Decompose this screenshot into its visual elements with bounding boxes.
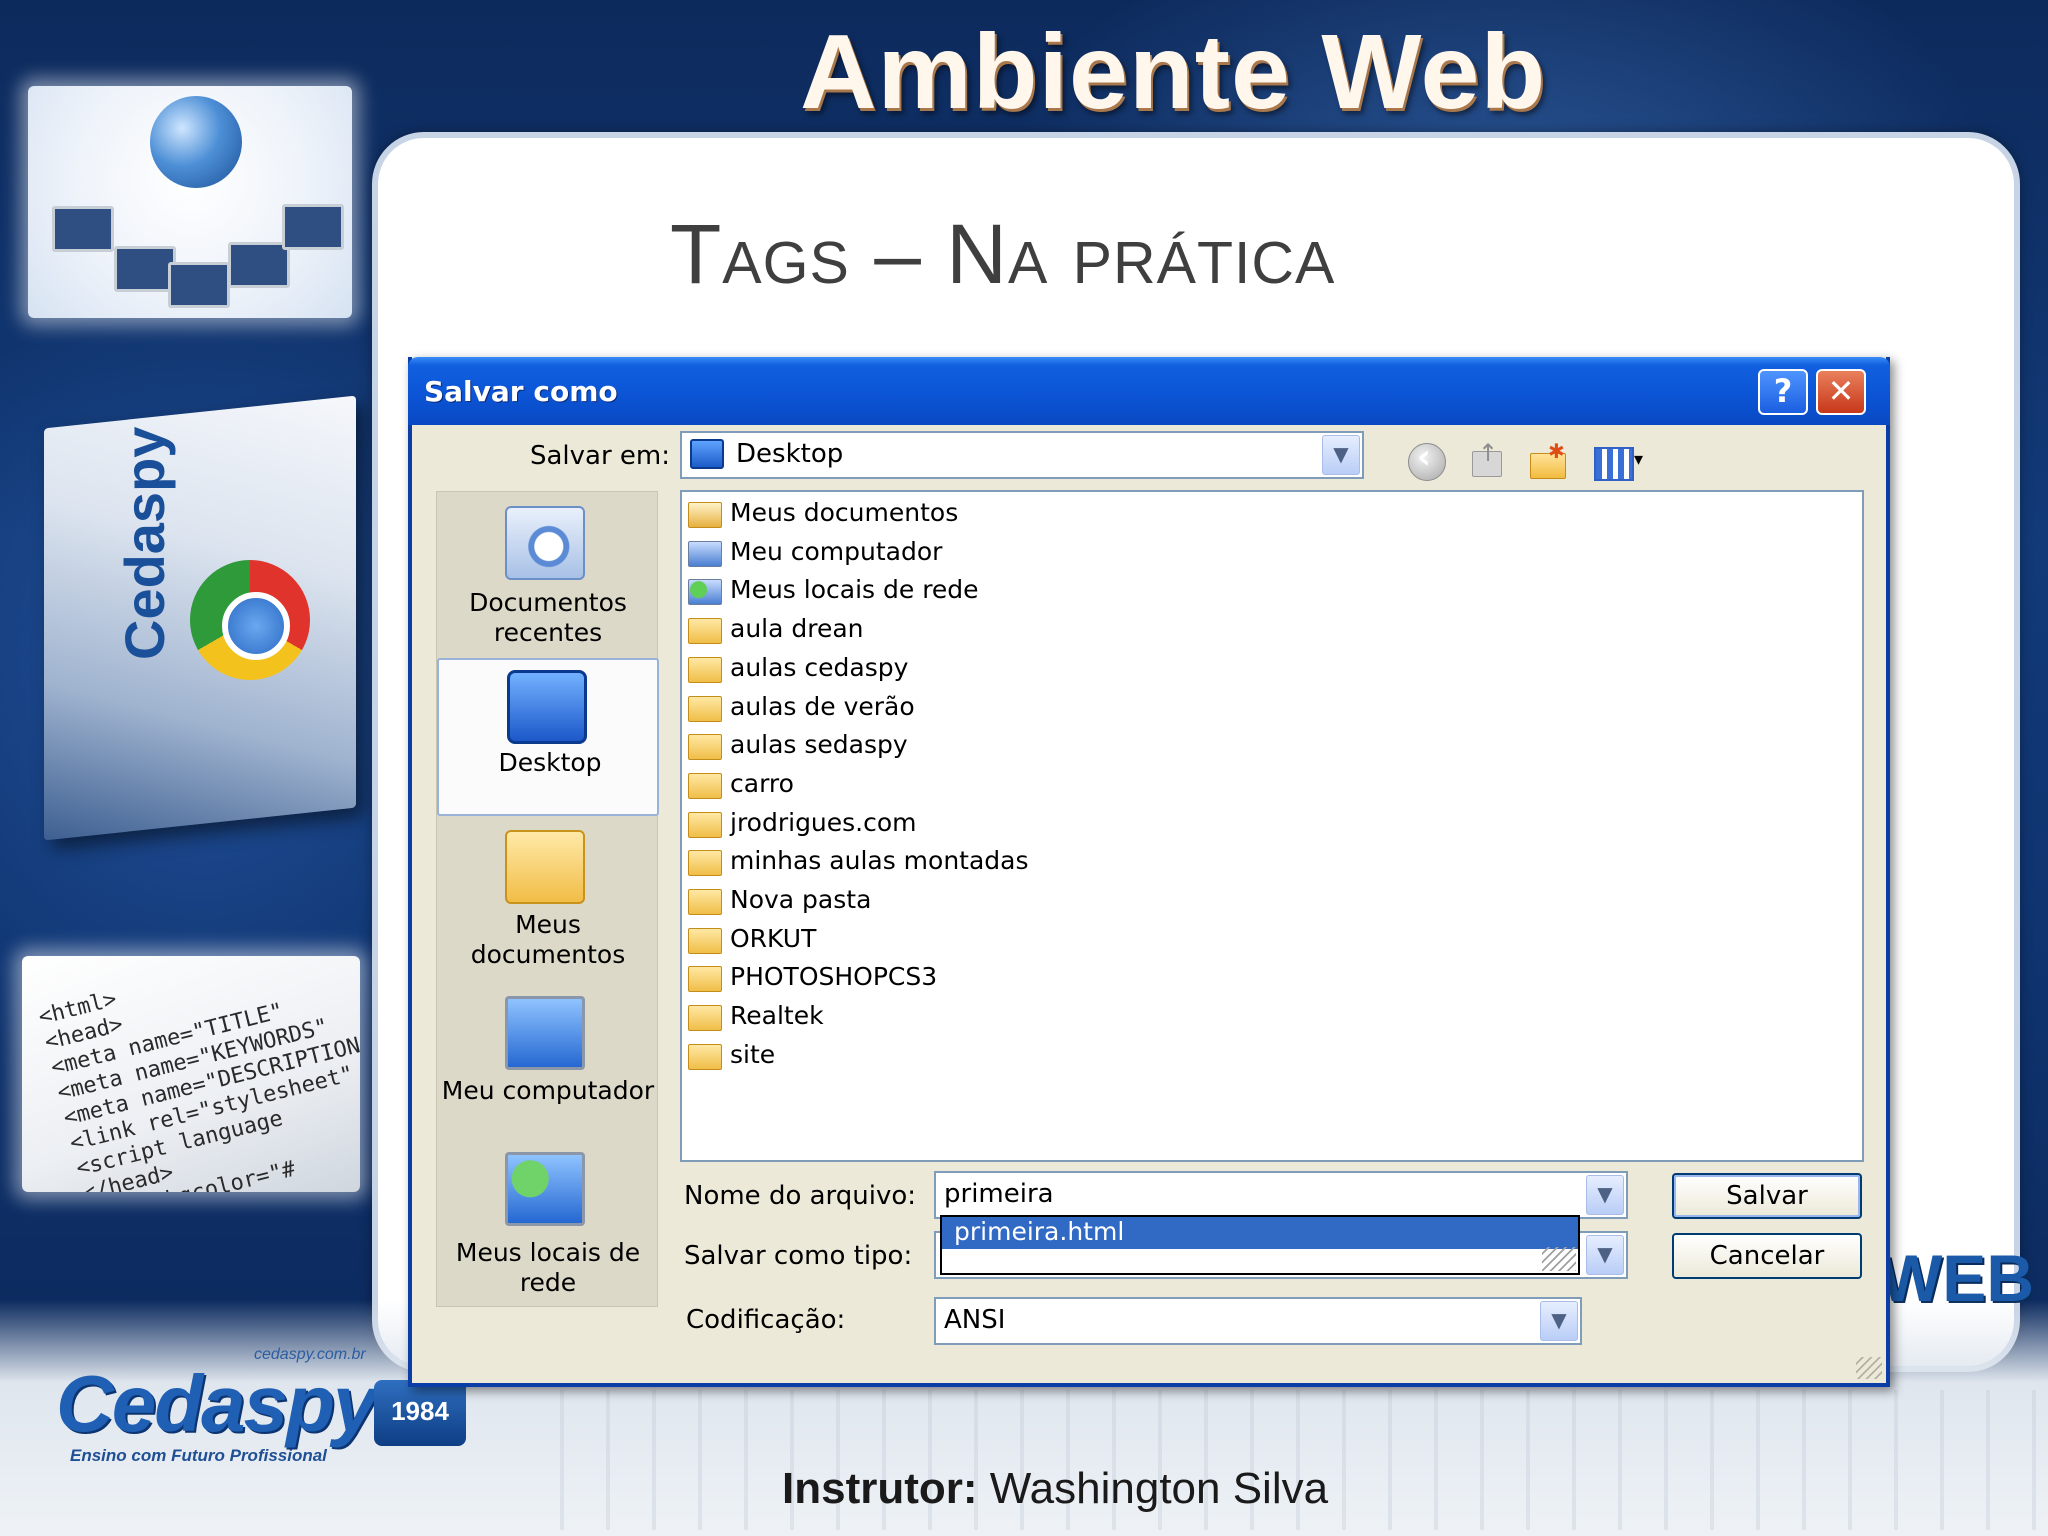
laptop-icon xyxy=(114,246,176,292)
file-name: minhas aulas montadas xyxy=(730,846,1029,876)
folder-icon xyxy=(688,889,722,915)
slide-subtitle: Tags – Na prática xyxy=(670,207,1336,301)
back-icon[interactable] xyxy=(1406,437,1448,481)
place-label: Meus documentos xyxy=(470,910,626,969)
file-list[interactable]: Meus documentos Meu computador Meus locais… xyxy=(680,490,1864,1162)
code-illustration: <html> <head> <meta name="TITLE" <meta n… xyxy=(22,956,360,1192)
my-documents-icon xyxy=(505,830,585,904)
dialog-titlebar[interactable]: Salvar como ? ✕ xyxy=(408,357,1890,425)
place-label: Meu computador xyxy=(441,1076,655,1105)
filename-label: Nome do arquivo: xyxy=(684,1181,917,1211)
file-name: jrodrigues.com xyxy=(730,807,917,837)
chevron-down-icon[interactable]: ▼ xyxy=(1586,1235,1624,1275)
file-name: Realtek xyxy=(730,1001,824,1031)
file-name: aula drean xyxy=(730,614,864,644)
folder-icon xyxy=(688,734,722,761)
file-name: PHOTOSHOPCS3 xyxy=(730,962,938,992)
code-snippet: <html> <head> <meta name="TITLE" <meta n… xyxy=(36,986,360,1192)
network-illustration xyxy=(28,86,352,318)
logo-name: Cedaspy xyxy=(56,1359,377,1448)
globe-icon xyxy=(150,96,242,188)
chevron-down-icon[interactable]: ▼ xyxy=(1322,435,1360,475)
folder-icon xyxy=(688,656,722,683)
place-label: Documentos recentes xyxy=(469,588,627,647)
place-network[interactable]: Meus locais de rede xyxy=(437,1148,659,1298)
resize-grip-icon[interactable] xyxy=(1542,1247,1576,1271)
my-computer-icon xyxy=(505,996,585,1070)
network-places-icon xyxy=(505,1152,585,1226)
file-name: Meus documentos xyxy=(730,498,959,527)
dialog-resize-grip-icon[interactable] xyxy=(1856,1357,1882,1379)
recent-documents-icon xyxy=(505,506,585,580)
chevron-down-icon[interactable]: ▼ xyxy=(1586,1175,1624,1215)
places-bar: Documentos recentes Desktop Meus documen… xyxy=(436,491,659,1307)
new-folder-icon[interactable] xyxy=(1526,439,1568,481)
folder-icon xyxy=(688,850,722,877)
encoding-dropdown[interactable]: ANSI ▼ xyxy=(934,1297,1582,1345)
desktop-icon xyxy=(690,439,724,469)
logo-badge: 1984 xyxy=(374,1380,466,1446)
instructor-name: Washington Silva xyxy=(989,1464,1329,1513)
chevron-down-icon[interactable]: ▼ xyxy=(1540,1301,1578,1341)
my-documents-icon xyxy=(688,502,722,528)
laptop-icon xyxy=(228,242,290,288)
place-my-documents[interactable]: Meus documentos xyxy=(437,826,659,976)
save-in-value: Desktop xyxy=(736,439,844,469)
help-button[interactable]: ? xyxy=(1758,369,1808,415)
save-in-label: Salvar em: xyxy=(530,441,671,471)
folder-icon xyxy=(688,695,722,722)
browser-logo-icon xyxy=(190,560,310,680)
up-folder-icon[interactable] xyxy=(1466,439,1508,481)
filetype-label: Salvar como tipo: xyxy=(684,1241,913,1271)
file-name: Meus locais de rede xyxy=(730,575,979,605)
cancel-button[interactable]: Cancelar xyxy=(1672,1233,1862,1279)
save-button[interactable]: Salvar xyxy=(1672,1173,1862,1219)
folder-icon xyxy=(688,1043,722,1070)
place-my-computer[interactable]: Meu computador xyxy=(437,992,659,1122)
file-name: aulas de verão xyxy=(730,691,915,721)
save-in-dropdown[interactable]: Desktop ▼ xyxy=(680,431,1364,479)
folder-icon xyxy=(688,772,722,799)
folder-icon xyxy=(688,966,722,993)
place-recent-documents[interactable]: Documentos recentes xyxy=(437,502,659,652)
instructor-line: Instrutor: Washington Silva xyxy=(782,1464,1382,1520)
dialog-title: Salvar como xyxy=(424,375,618,408)
file-name: Meu computador xyxy=(730,536,943,566)
desktop-icon xyxy=(507,670,587,744)
folder-icon xyxy=(688,618,722,645)
laptop-icon xyxy=(282,204,344,250)
place-label: Meus locais de rede xyxy=(455,1238,641,1297)
folder-icon xyxy=(688,927,722,954)
close-button[interactable]: ✕ xyxy=(1816,369,1866,415)
autocomplete-item[interactable]: primeira.html xyxy=(942,1217,1578,1249)
file-name: carro xyxy=(730,768,794,798)
file-name: ORKUT xyxy=(730,923,817,953)
my-computer-icon xyxy=(688,540,722,567)
instructor-label: Instrutor: xyxy=(782,1464,978,1513)
file-name: aulas cedaspy xyxy=(730,652,909,682)
laptop-icon xyxy=(168,262,230,308)
file-name: site xyxy=(730,1039,776,1069)
place-desktop[interactable]: Desktop xyxy=(437,658,659,816)
place-label: Desktop xyxy=(498,748,602,777)
laptop-icon xyxy=(52,206,114,252)
folder-icon xyxy=(688,1005,722,1032)
filename-value: primeira xyxy=(944,1179,1054,1209)
slide-title: Ambiente Web xyxy=(800,13,1547,131)
network-places-icon xyxy=(688,579,722,606)
file-name: aulas sedaspy xyxy=(730,730,908,760)
logo-tagline: Ensino com Futuro Profissional xyxy=(70,1446,327,1465)
filename-input[interactable]: primeira ▼ xyxy=(934,1171,1628,1219)
encoding-value: ANSI xyxy=(944,1305,1006,1335)
encoding-label: Codificação: xyxy=(686,1305,846,1335)
file-name: Nova pasta xyxy=(730,885,872,914)
views-menu-icon[interactable] xyxy=(1590,441,1652,481)
autocomplete-popup: primeira.html xyxy=(940,1215,1580,1275)
folder-icon xyxy=(688,811,722,838)
save-as-dialog: Salvar como ? ✕ Salvar em: Desktop ▼ Doc… xyxy=(408,357,1890,1387)
book-brand: Cedaspy xyxy=(113,426,176,660)
